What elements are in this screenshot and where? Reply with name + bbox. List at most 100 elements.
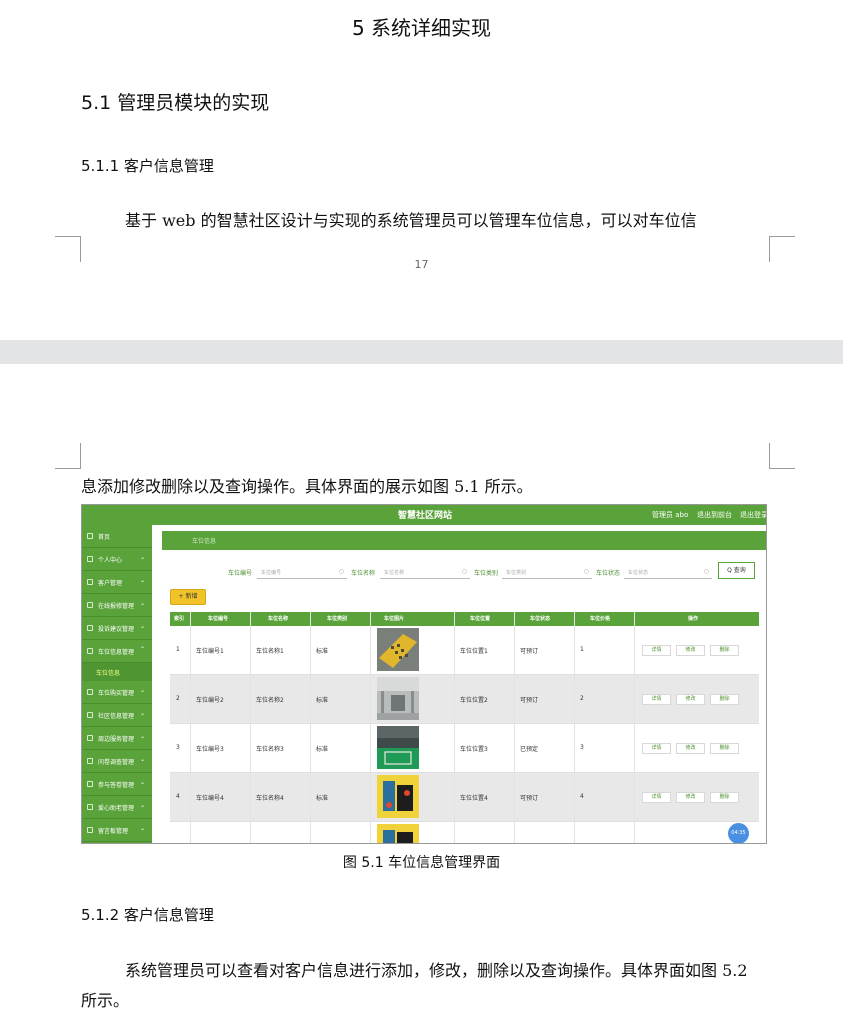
column-divider	[250, 612, 251, 843]
edit-button[interactable]: 修改	[676, 694, 705, 705]
column-header: 车位类别	[327, 616, 348, 622]
menu-icon	[87, 758, 93, 764]
menu-icon	[87, 712, 93, 718]
delete-button[interactable]: 删除	[710, 792, 739, 803]
breadcrumb-text: 车位信息	[192, 538, 217, 545]
cell-code: 车位编号4	[196, 795, 224, 802]
column-header: 车位价格	[590, 616, 611, 622]
filter-label-code: 车位编号	[228, 570, 253, 577]
column-header: 车位名称	[268, 616, 289, 622]
sidebar-item-label: 参与答卷管理	[98, 782, 135, 789]
name-input[interactable]: 车位名称 ○	[380, 564, 470, 579]
cell-name: 车位名称4	[256, 795, 284, 802]
delete-button[interactable]: 删除	[710, 743, 739, 754]
column-divider	[574, 612, 575, 843]
sidebar-item-survey[interactable]: 问卷调查管理 ⌄	[82, 750, 152, 773]
sidebar-item-repair[interactable]: 在线报修管理 ⌄	[82, 594, 152, 617]
sidebar-item-parking-purchase[interactable]: 车位购买管理 ⌄	[82, 681, 152, 704]
sidebar-item-customers[interactable]: 客户管理 ⌄	[82, 571, 152, 594]
detail-button[interactable]: 详情	[642, 792, 671, 803]
section-title: 5.1 管理员模块的实现	[81, 92, 270, 114]
document-page-18: 息添加修改删除以及查询操作。具体界面的展示如图 5.1 所示。 智慧社区网站 管…	[0, 364, 843, 1015]
delete-button[interactable]: 删除	[710, 645, 739, 656]
menu-icon	[87, 781, 93, 787]
detail-button[interactable]: 详情	[642, 743, 671, 754]
column-divider	[634, 612, 635, 843]
page-separator	[0, 340, 843, 364]
sidebar: 首页 个人中心 ⌄ 客户管理 ⌄ 在线报修管理 ⌄ 投诉建议管理 ⌄ 车位信息管理 ⌃ 车…	[82, 525, 152, 843]
subsection-title: 5.1.1 客户信息管理	[81, 157, 214, 175]
cell-code: 车位编号2	[196, 697, 224, 704]
chapter-title: 5 系统详细实现	[351, 16, 492, 40]
sidebar-item-label: 留言板管理	[98, 828, 129, 835]
cell-location: 车位位置3	[460, 746, 488, 753]
search-icon: ○	[461, 568, 467, 575]
chat-bubble[interactable]: 04:35	[728, 823, 749, 843]
sidebar-item-label: 投诉建议管理	[98, 626, 135, 633]
column-divider	[370, 612, 371, 843]
column-header: 车位图片	[384, 616, 405, 622]
figure-caption: 图 5.1 车位信息管理界面	[342, 855, 501, 871]
chevron-down-icon: ⌄	[139, 600, 145, 607]
sidebar-item-parking[interactable]: 车位信息管理 ⌃	[82, 640, 152, 663]
exit-to-front-link[interactable]: 退出到前台	[697, 510, 732, 520]
search-icon: ○	[703, 568, 709, 575]
menu-icon	[87, 648, 93, 654]
delete-button[interactable]: 删除	[710, 694, 739, 705]
sidebar-item-home[interactable]: 首页	[82, 525, 152, 548]
cell-location: 车位位置1	[460, 648, 488, 655]
cell-status: 可预订	[520, 697, 539, 704]
admin-label: 管理员 abo	[652, 511, 689, 519]
cell-status: 可预订	[520, 648, 539, 655]
logout-link[interactable]: 退出登录	[740, 510, 766, 520]
chevron-down-icon: ⌄	[139, 623, 145, 630]
detail-button[interactable]: 详情	[642, 645, 671, 656]
cell-index: 1	[176, 646, 180, 653]
sidebar-item-label: 车位信息管理	[98, 649, 135, 656]
sidebar-item-complaints[interactable]: 投诉建议管理 ⌄	[82, 617, 152, 640]
cell-type: 标准	[316, 648, 329, 655]
cell-location: 车位位置4	[460, 795, 488, 802]
subsection-title: 5.1.2 客户信息管理	[81, 906, 214, 924]
menu-icon	[87, 556, 93, 562]
edit-button[interactable]: 修改	[676, 792, 705, 803]
sidebar-item-label: 个人中心	[98, 557, 123, 564]
sidebar-item-personal[interactable]: 个人中心 ⌄	[82, 548, 152, 571]
cell-index: 4	[176, 793, 180, 800]
edit-button[interactable]: 修改	[676, 743, 705, 754]
placeholder: 车位编号	[261, 570, 282, 576]
menu-icon	[87, 602, 93, 608]
cell-name: 车位名称2	[256, 697, 284, 704]
cell-code: 车位编号1	[196, 648, 224, 655]
parking-photo-green-floor	[377, 726, 419, 769]
type-input[interactable]: 车位类别 ○	[502, 564, 592, 579]
parking-photo-graphic-sign	[377, 824, 419, 843]
search-button[interactable]: Q 查询	[718, 562, 755, 579]
page-number: 17	[414, 258, 429, 271]
menu-icon	[87, 625, 93, 631]
filter-label-name: 车位名称	[351, 570, 376, 577]
cell-type: 标准	[316, 746, 329, 753]
sidebar-item-services[interactable]: 周边服务管理 ⌄	[82, 727, 152, 750]
sidebar-item-answers[interactable]: 参与答卷管理 ⌄	[82, 773, 152, 796]
edit-button[interactable]: 修改	[676, 645, 705, 656]
column-divider	[454, 612, 455, 843]
sidebar-item-community[interactable]: 社区信息管理 ⌄	[82, 704, 152, 727]
column-divider	[190, 612, 191, 843]
figure-screenshot: 智慧社区网站 管理员 abo 退出到前台 退出登录 首页 个人中心 ⌄ 客户管理 ⌄…	[81, 504, 767, 844]
chevron-down-icon: ⌄	[139, 687, 145, 694]
cell-index: 2	[176, 695, 180, 702]
add-button[interactable]: + 新增	[170, 589, 206, 605]
search-icon: ○	[583, 568, 589, 575]
placeholder: 车位类别	[506, 570, 527, 576]
table-row: 4 车位编号4 车位名称4 标准 车位位置4 可预订 4 详情 修改 删除	[170, 773, 759, 822]
sidebar-subitem-parking-info[interactable]: 车位信息	[82, 663, 152, 681]
status-input[interactable]: 车位状态 ○	[624, 564, 712, 579]
sidebar-item-elderly[interactable]: 爱心助老管理 ⌄	[82, 796, 152, 819]
sidebar-item-label: 在线报修管理	[98, 603, 135, 610]
detail-button[interactable]: 详情	[642, 694, 671, 705]
code-input[interactable]: 车位编号 ○	[257, 564, 347, 579]
column-header: 车位编号	[208, 616, 229, 622]
sidebar-item-messages[interactable]: 留言板管理 ⌄	[82, 819, 152, 842]
breadcrumb: 车位信息	[162, 531, 766, 550]
